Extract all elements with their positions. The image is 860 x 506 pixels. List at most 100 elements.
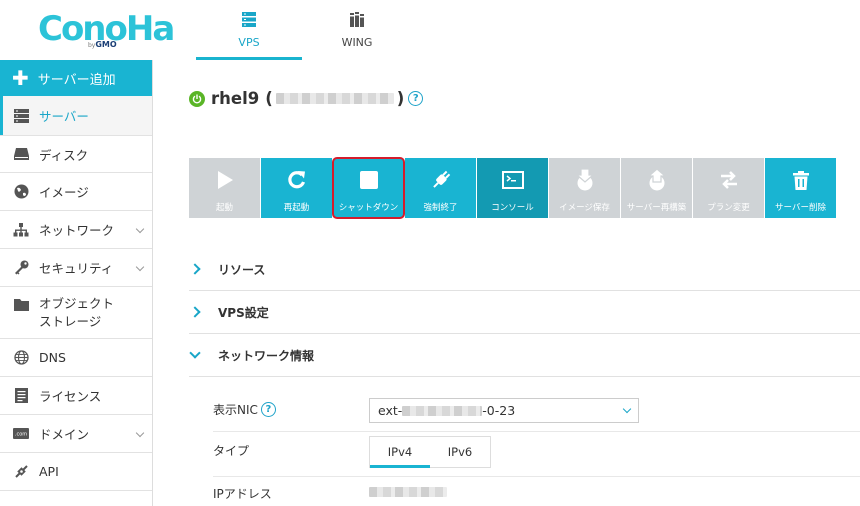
power-status-icon xyxy=(189,90,205,107)
toolbar-button-label: コンソール xyxy=(491,203,534,213)
sidebar-item-image[interactable]: イメージ xyxy=(0,173,152,211)
nic-value-prefix: ext- xyxy=(378,403,403,418)
network-icon xyxy=(13,222,29,238)
chevron-down-icon xyxy=(135,262,145,271)
logo-gmo-text: GMO xyxy=(95,40,117,49)
server-icon xyxy=(196,11,302,29)
sidebar-item-network[interactable]: ネットワーク xyxy=(0,211,152,249)
plug-icon xyxy=(430,169,452,191)
sidebar-item-label: API xyxy=(39,464,59,479)
type-label: タイプ xyxy=(213,444,250,458)
sidebar: ✚ サーバー追加 サーバー ディスク イメージ ネットワーク セキュリティ オブ… xyxy=(0,60,153,506)
sidebar-item-label-line2: ストレージ xyxy=(39,313,102,329)
toolbar-button-label: サーバー削除 xyxy=(775,203,826,213)
sidebar-item-label: DNS xyxy=(39,350,66,365)
sidebar-item-object-storage[interactable]: オブジェクト ストレージ xyxy=(0,287,152,339)
stop-icon xyxy=(359,169,378,191)
sidebar-item-server[interactable]: サーバー xyxy=(0,96,152,136)
toolbar-button-label: サーバー再構築 xyxy=(626,203,687,213)
section-resource[interactable]: リソース xyxy=(189,248,860,291)
start-button[interactable]: 起動 xyxy=(189,158,260,218)
folder-icon xyxy=(13,296,29,312)
sidebar-item-domain[interactable]: .com ドメイン xyxy=(0,415,152,453)
toolbar-button-label: イメージ保存 xyxy=(559,203,610,213)
force-stop-button[interactable]: 強制終了 xyxy=(405,158,476,218)
ip-type-tabs: IPv4 IPv6 xyxy=(369,436,491,468)
play-icon xyxy=(217,169,233,191)
add-server-button[interactable]: ✚ サーバー追加 xyxy=(0,60,152,96)
sidebar-item-license[interactable]: ライセンス xyxy=(0,377,152,415)
sidebar-item-label: ネットワーク xyxy=(39,223,115,238)
sidebar-item-label: イメージ xyxy=(39,185,89,200)
toolbar-button-label: プラン変更 xyxy=(707,203,750,213)
nic-select[interactable]: ext- -0-23 xyxy=(369,398,639,423)
restart-button[interactable]: 再起動 xyxy=(261,158,332,218)
save-image-button[interactable]: イメージ保存 xyxy=(549,158,620,218)
chevron-down-icon xyxy=(622,404,632,414)
nav-tab-wing[interactable]: WING xyxy=(304,0,410,60)
sidebar-item-label: ディスク xyxy=(39,147,89,163)
add-server-label: サーバー追加 xyxy=(37,72,116,88)
image-save-icon xyxy=(574,169,596,191)
chevron-down-icon xyxy=(135,428,145,437)
ip-row: IPアドレス xyxy=(213,484,860,502)
type-row: タイプ IPv4 IPv6 xyxy=(213,436,860,468)
toolbar-button-label: 再起動 xyxy=(283,203,310,213)
divider xyxy=(213,476,860,477)
section-title: VPS設定 xyxy=(218,305,269,320)
ip-label: IPアドレス xyxy=(213,487,272,501)
server-name-paren-close: ) xyxy=(396,89,405,108)
server-action-toolbar: 起動 再起動 シャットダウン 強制終了 コンソール イメージ保存 サーバー再構築 xyxy=(189,157,837,219)
nav-tab-label: VPS xyxy=(238,36,260,49)
section-title: ネットワーク情報 xyxy=(218,348,315,363)
nic-help-icon[interactable]: ? xyxy=(260,402,276,417)
delete-server-button[interactable]: サーバー削除 xyxy=(765,158,836,218)
globe-icon xyxy=(13,184,29,200)
redacted-server-id xyxy=(275,93,394,104)
rebuild-server-button[interactable]: サーバー再構築 xyxy=(621,158,692,218)
section-title: リソース xyxy=(218,262,266,277)
shutdown-button[interactable]: シャットダウン xyxy=(332,157,405,219)
dns-icon xyxy=(13,350,29,366)
server-title: rhel9 ( ) ? xyxy=(189,89,424,108)
redacted-ip-address xyxy=(369,487,447,497)
section-network-info[interactable]: ネットワーク情報 xyxy=(189,334,860,377)
nic-value-suffix: -0-23 xyxy=(482,403,516,418)
plan-change-button[interactable]: プラン変更 xyxy=(693,158,764,218)
conoha-logo[interactable]: ConoHa byGMO xyxy=(38,11,175,51)
chevron-right-icon xyxy=(189,263,201,275)
server-list-icon xyxy=(13,108,29,124)
chevron-down-icon xyxy=(189,347,201,359)
top-bar: ConoHa byGMO VPS WING xyxy=(0,0,860,60)
restart-icon xyxy=(287,169,307,191)
sidebar-item-security[interactable]: セキュリティ xyxy=(0,249,152,287)
divider xyxy=(213,431,860,432)
sidebar-item-dns[interactable]: DNS xyxy=(0,339,152,377)
sidebar-item-api[interactable]: API xyxy=(0,453,152,491)
sidebar-item-disk[interactable]: ディスク xyxy=(0,136,152,173)
chevron-down-icon xyxy=(135,224,145,233)
console-icon xyxy=(501,169,524,191)
sidebar-item-label: セキュリティ xyxy=(39,261,114,276)
help-icon[interactable]: ? xyxy=(408,91,424,106)
key-icon xyxy=(13,260,29,276)
toolbar-button-label: 強制終了 xyxy=(423,203,458,213)
nic-row: 表示NIC ? ext- -0-23 xyxy=(213,398,860,423)
toolbar-button-label: シャットダウン xyxy=(338,203,399,213)
svg-text:.com: .com xyxy=(15,432,27,438)
section-vps-settings[interactable]: VPS設定 xyxy=(189,291,860,334)
main-content: rhel9 ( ) ? 起動 再起動 シャットダウン 強制終了 コンソール イメ xyxy=(153,60,860,506)
tab-ipv4[interactable]: IPv4 xyxy=(370,437,430,468)
nav-tab-vps[interactable]: VPS xyxy=(196,0,302,60)
nic-label: 表示NIC xyxy=(213,403,258,417)
console-button[interactable]: コンソール xyxy=(477,158,548,218)
rebuild-icon xyxy=(646,169,668,191)
trash-icon xyxy=(792,169,809,191)
books-icon xyxy=(304,11,410,29)
redacted-nic-id xyxy=(402,405,483,416)
tab-ipv6[interactable]: IPv6 xyxy=(430,437,490,467)
plan-change-icon xyxy=(719,169,739,191)
sidebar-item-label: オブジェクト xyxy=(39,295,115,311)
sidebar-item-label: サーバー xyxy=(39,109,89,124)
nav-tab-label: WING xyxy=(341,36,373,49)
